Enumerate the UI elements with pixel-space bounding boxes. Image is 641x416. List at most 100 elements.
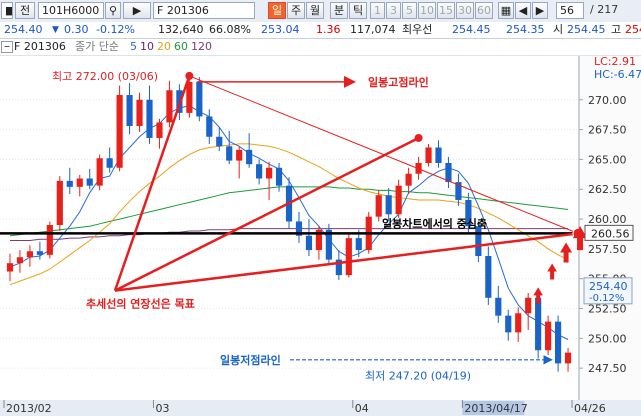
low-label: 최저 247.20 (04/19) <box>365 370 471 383</box>
y-tick-label: 247.50 <box>588 362 627 375</box>
candle-body <box>16 257 24 264</box>
interval-5[interactable]: 5 <box>402 2 417 19</box>
quote-volume: 132,640 <box>158 23 204 36</box>
high-point-marker <box>185 71 194 80</box>
ma-60: 60 <box>174 40 188 53</box>
hc-label: HC:-6.47 <box>594 68 641 81</box>
candle-body <box>26 251 34 258</box>
market-select[interactable]: 전 <box>15 2 35 19</box>
quote-value3: 117,074 <box>350 23 396 36</box>
candle-body <box>554 321 562 364</box>
last-rate-label: -0.12% <box>589 293 624 304</box>
y-tick-label: 260.00 <box>588 213 627 226</box>
search-icon[interactable]: ⚲ <box>105 2 121 19</box>
open-value: 254.45 <box>567 23 606 36</box>
x-axis-area <box>0 400 641 416</box>
open-label: 시 <box>553 23 564 36</box>
candle-body <box>86 178 93 186</box>
resistance-label: 일봉고점라인 <box>368 75 429 89</box>
x-tick-label: 04/26 <box>574 402 606 415</box>
interval-1[interactable]: 1 <box>370 2 385 19</box>
total-count: / 217 <box>590 3 619 16</box>
tab-month[interactable]: 월 <box>306 2 324 19</box>
ma-20: 20 <box>157 40 171 53</box>
trend-label: 추세선의 연장선은 목표 <box>86 297 195 311</box>
candle-body <box>525 297 532 314</box>
quote-rate: -0.12% <box>96 23 135 36</box>
toolbar: ■ 전 101H6000 ⚲ ▶ F 201306 일 주 월 분 틱 1 3 … <box>0 0 641 23</box>
down-triangle-icon: ▼ <box>52 25 59 35</box>
candle-body <box>226 146 233 161</box>
view-icon[interactable]: ▦ <box>498 2 514 19</box>
x-tick-label: 03 <box>155 402 169 415</box>
candle-body <box>395 185 402 215</box>
next-icon[interactable]: ▶ <box>532 2 548 19</box>
candle-body <box>236 149 243 161</box>
high-label: 최고 272.00 (03/06) <box>52 70 158 83</box>
code-input[interactable]: 101H6000 <box>38 2 104 19</box>
mid-point-marker <box>414 133 423 142</box>
y-tick-label: 252.50 <box>588 303 627 316</box>
candle-body <box>385 195 392 215</box>
candle-body <box>425 147 432 163</box>
candle-body <box>495 297 502 316</box>
support-low-label: 일봉저점라인 <box>220 353 281 367</box>
candle-body <box>186 81 193 113</box>
ma-5: 5 <box>130 40 137 53</box>
candle-body <box>545 321 552 351</box>
quote-change: 0.30 <box>64 23 89 36</box>
x-tick-label: 2013/04/17 <box>464 402 527 415</box>
y-tick-label: 270.00 <box>588 94 627 107</box>
candle-body <box>96 158 103 186</box>
candle-body <box>166 90 173 123</box>
tab-minute[interactable]: 분 <box>330 2 348 19</box>
quote-value1: 253.04 <box>261 23 300 36</box>
best-ask: 254.45 <box>452 23 491 36</box>
interval-60[interactable]: 60 <box>475 2 493 19</box>
interval-30[interactable]: 30 <box>456 2 474 19</box>
candle-body <box>355 238 362 251</box>
interval-15[interactable]: 15 <box>437 2 455 19</box>
candle-body <box>66 180 73 187</box>
candle-body <box>505 315 512 333</box>
lc-label: LC:2.91 <box>594 56 636 68</box>
series-name: F 201306 <box>14 40 66 53</box>
candle-body <box>345 238 352 276</box>
candle-body <box>46 225 53 255</box>
prev-icon[interactable]: ◀ <box>515 2 531 19</box>
candle-body <box>535 297 542 351</box>
candle-body <box>515 313 522 333</box>
candle-body <box>146 99 153 138</box>
candle-body <box>256 164 263 179</box>
tab-tick[interactable]: 틱 <box>349 2 367 19</box>
target-price-label: 260.56 <box>591 227 630 240</box>
candle-body <box>265 167 273 179</box>
y-tick-label: 250.00 <box>588 332 627 345</box>
best-bid: 254.35 <box>506 23 545 36</box>
tab-week[interactable]: 주 <box>287 2 305 19</box>
candle-body <box>435 147 442 163</box>
candle-body <box>126 95 133 127</box>
best-label: 최우선 <box>402 23 433 36</box>
candle-body <box>305 235 313 251</box>
interval-3[interactable]: 3 <box>386 2 401 19</box>
speaker-icon[interactable]: ▶ <box>123 2 151 19</box>
candle-body <box>36 251 43 255</box>
candle-body <box>246 149 253 165</box>
candle-body <box>76 178 83 187</box>
y-tick-label: 265.00 <box>588 153 627 166</box>
name-field: F 201306 <box>153 2 255 19</box>
candle-body <box>475 226 482 257</box>
interval-10[interactable]: 10 <box>418 2 436 19</box>
count-input[interactable]: 56 <box>556 2 584 19</box>
tab-day[interactable]: 일 <box>268 2 286 19</box>
y-tick-label: 267.50 <box>588 124 627 137</box>
candle-body <box>136 99 143 127</box>
symbol-icon[interactable]: ■ <box>1 2 13 19</box>
candle-body <box>564 352 572 364</box>
ma-label: 종가 단순 <box>75 40 119 53</box>
quote-bar: 254.40 ▼ 0.30 -0.12% 132,640 66.08% 253.… <box>0 22 641 39</box>
collapse-icon[interactable]: − <box>1 41 13 53</box>
x-tick-label: 04 <box>355 402 369 415</box>
price-chart[interactable]: 270.00267.50265.00262.50260.00257.50255.… <box>0 56 641 416</box>
